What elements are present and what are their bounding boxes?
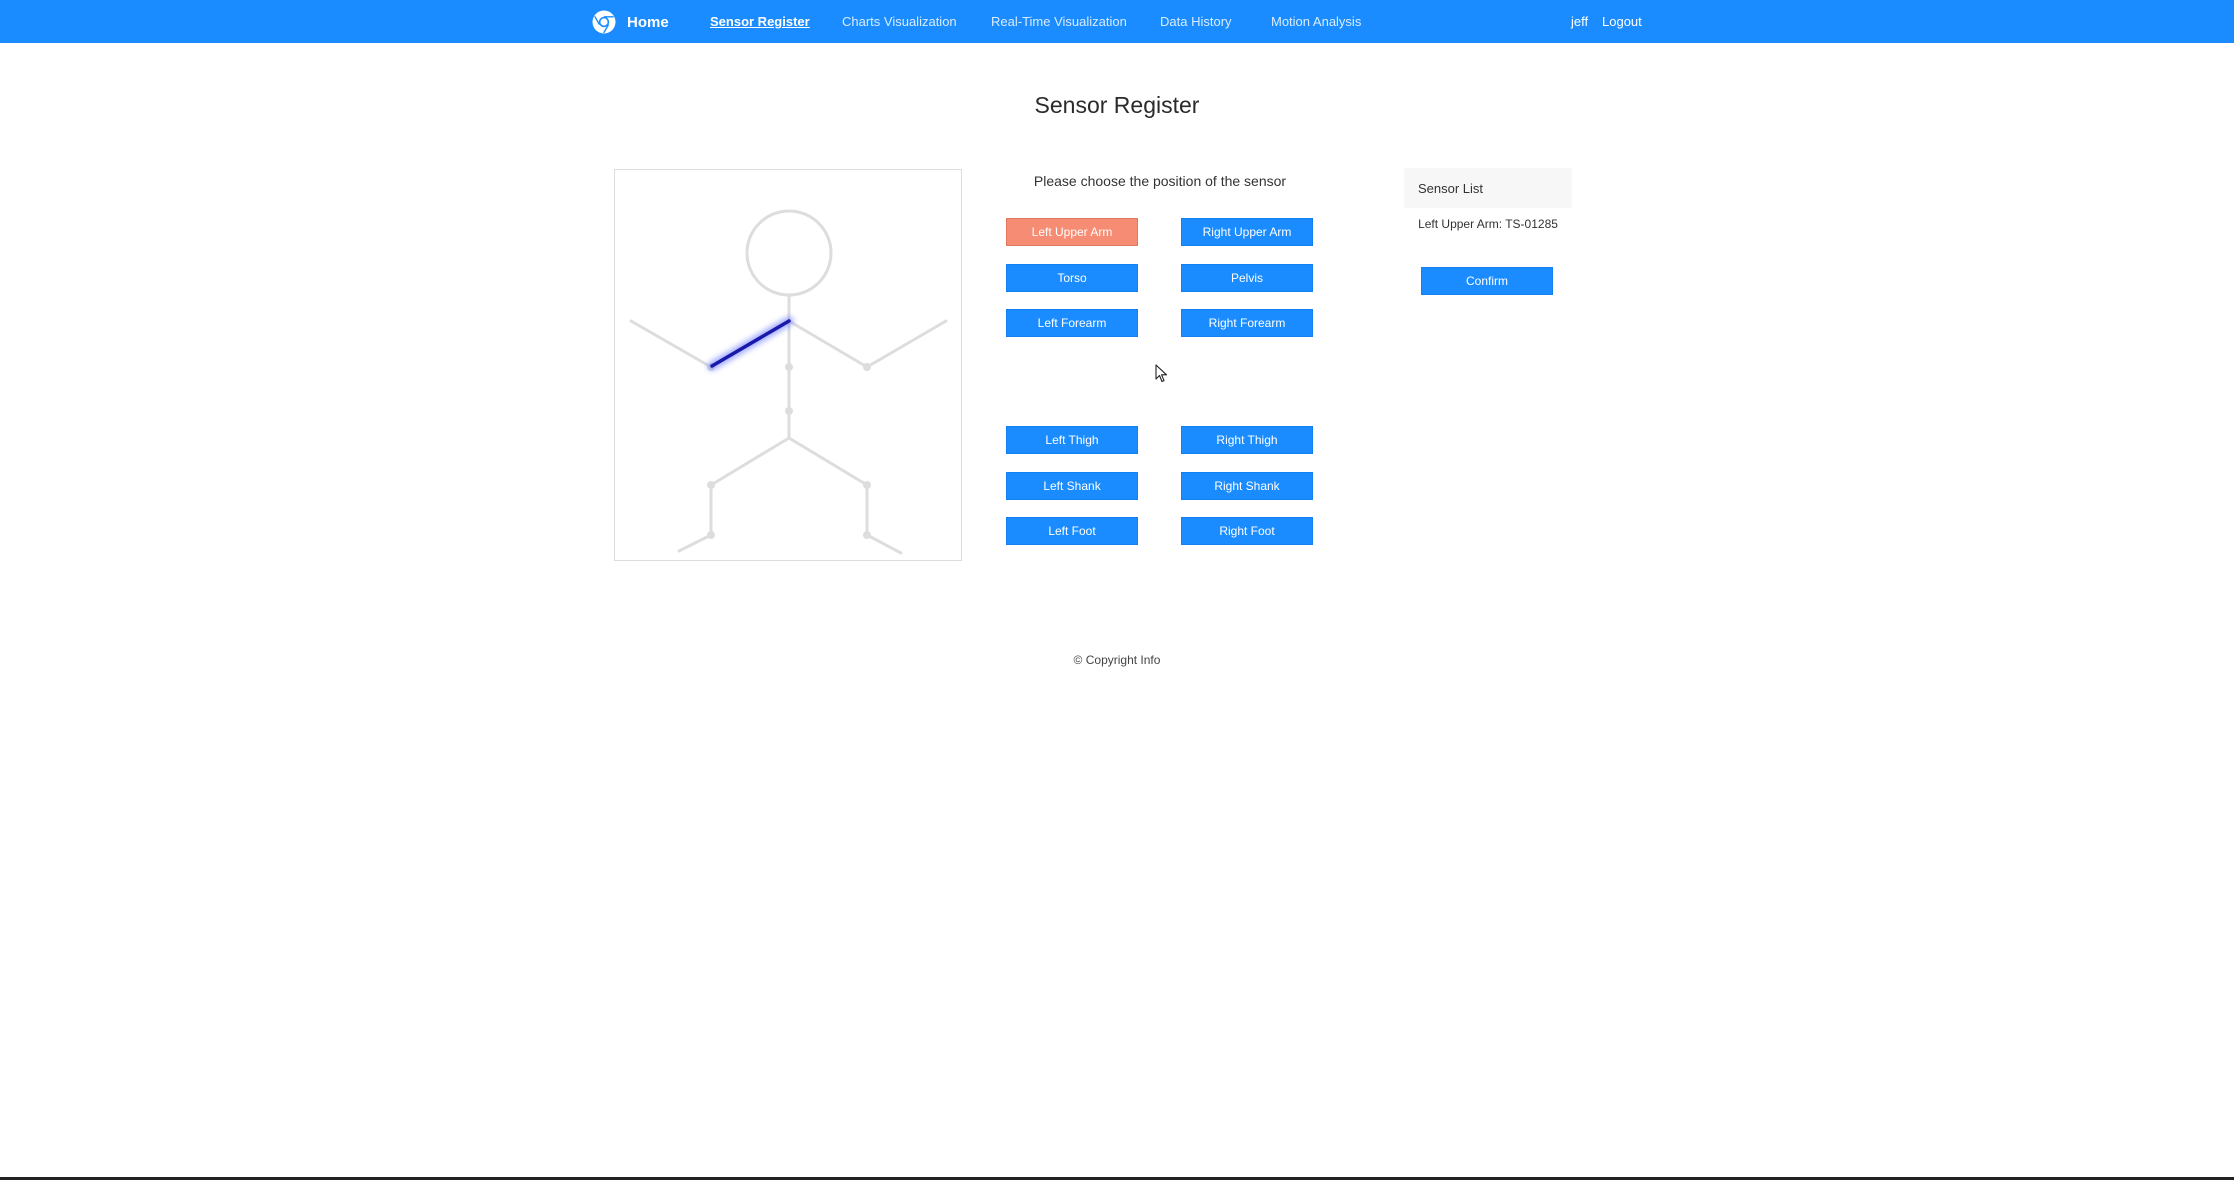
left-upper-arm-button[interactable]: Left Upper Arm xyxy=(1006,218,1138,246)
user-name[interactable]: jeff xyxy=(1571,14,1588,29)
right-foot-button[interactable]: Right Foot xyxy=(1181,517,1313,545)
joint-waist xyxy=(785,407,793,415)
position-prompt: Please choose the position of the sensor xyxy=(1033,173,1287,189)
confirm-button[interactable]: Confirm xyxy=(1421,267,1553,295)
figure-head xyxy=(745,209,833,297)
joint-right-elbow xyxy=(863,363,871,371)
sensor-list-card: Sensor List Left Upper Arm: TS-01285 Con… xyxy=(1404,168,1572,295)
figure-left-thigh[interactable] xyxy=(709,436,791,487)
body-figure-panel xyxy=(614,169,962,561)
figure-left-foot[interactable] xyxy=(677,533,713,553)
left-shank-button[interactable]: Left Shank xyxy=(1006,472,1138,500)
figure-right-thigh[interactable] xyxy=(787,436,869,487)
sensor-list-header: Sensor List xyxy=(1404,168,1572,208)
joint-left-knee xyxy=(707,481,715,489)
right-shank-button[interactable]: Right Shank xyxy=(1181,472,1313,500)
joint-chest xyxy=(785,363,793,371)
nav-real-time-visualization[interactable]: Real-Time Visualization xyxy=(991,14,1127,29)
home-link[interactable]: Home xyxy=(592,10,669,34)
figure-right-upper-arm[interactable] xyxy=(787,319,869,369)
stick-figure xyxy=(629,209,948,555)
nav-sensor-register[interactable]: Sensor Register xyxy=(710,14,810,29)
left-forearm-button[interactable]: Left Forearm xyxy=(1006,309,1138,337)
home-label: Home xyxy=(627,13,669,31)
page-title: Sensor Register xyxy=(1034,92,1200,118)
top-navbar: Home Sensor Register Charts Visualizatio… xyxy=(0,0,2234,43)
joint-left-ankle xyxy=(707,531,715,539)
right-upper-arm-button[interactable]: Right Upper Arm xyxy=(1181,218,1313,246)
torso-button[interactable]: Torso xyxy=(1006,264,1138,292)
right-thigh-button[interactable]: Right Thigh xyxy=(1181,426,1313,454)
footer-copyright: © Copyright Info xyxy=(1073,653,1161,667)
logout-link[interactable]: Logout xyxy=(1602,14,1642,29)
mouse-cursor-icon xyxy=(1155,364,1168,383)
nav-motion-analysis[interactable]: Motion Analysis xyxy=(1271,14,1361,29)
joint-right-ankle xyxy=(863,531,871,539)
pelvis-button[interactable]: Pelvis xyxy=(1181,264,1313,292)
left-thigh-button[interactable]: Left Thigh xyxy=(1006,426,1138,454)
right-forearm-button[interactable]: Right Forearm xyxy=(1181,309,1313,337)
joint-right-knee xyxy=(863,481,871,489)
figure-right-foot[interactable] xyxy=(865,533,903,555)
chrome-logo-icon xyxy=(592,10,616,34)
figure-left-upper-arm-highlight[interactable] xyxy=(707,316,794,371)
figure-left-forearm[interactable] xyxy=(629,319,713,369)
nav-data-history[interactable]: Data History xyxy=(1160,14,1232,29)
left-foot-button[interactable]: Left Foot xyxy=(1006,517,1138,545)
figure-right-forearm[interactable] xyxy=(865,319,948,369)
nav-charts-visualization[interactable]: Charts Visualization xyxy=(842,14,957,29)
sensor-list-item: Left Upper Arm: TS-01285 xyxy=(1418,217,1558,231)
